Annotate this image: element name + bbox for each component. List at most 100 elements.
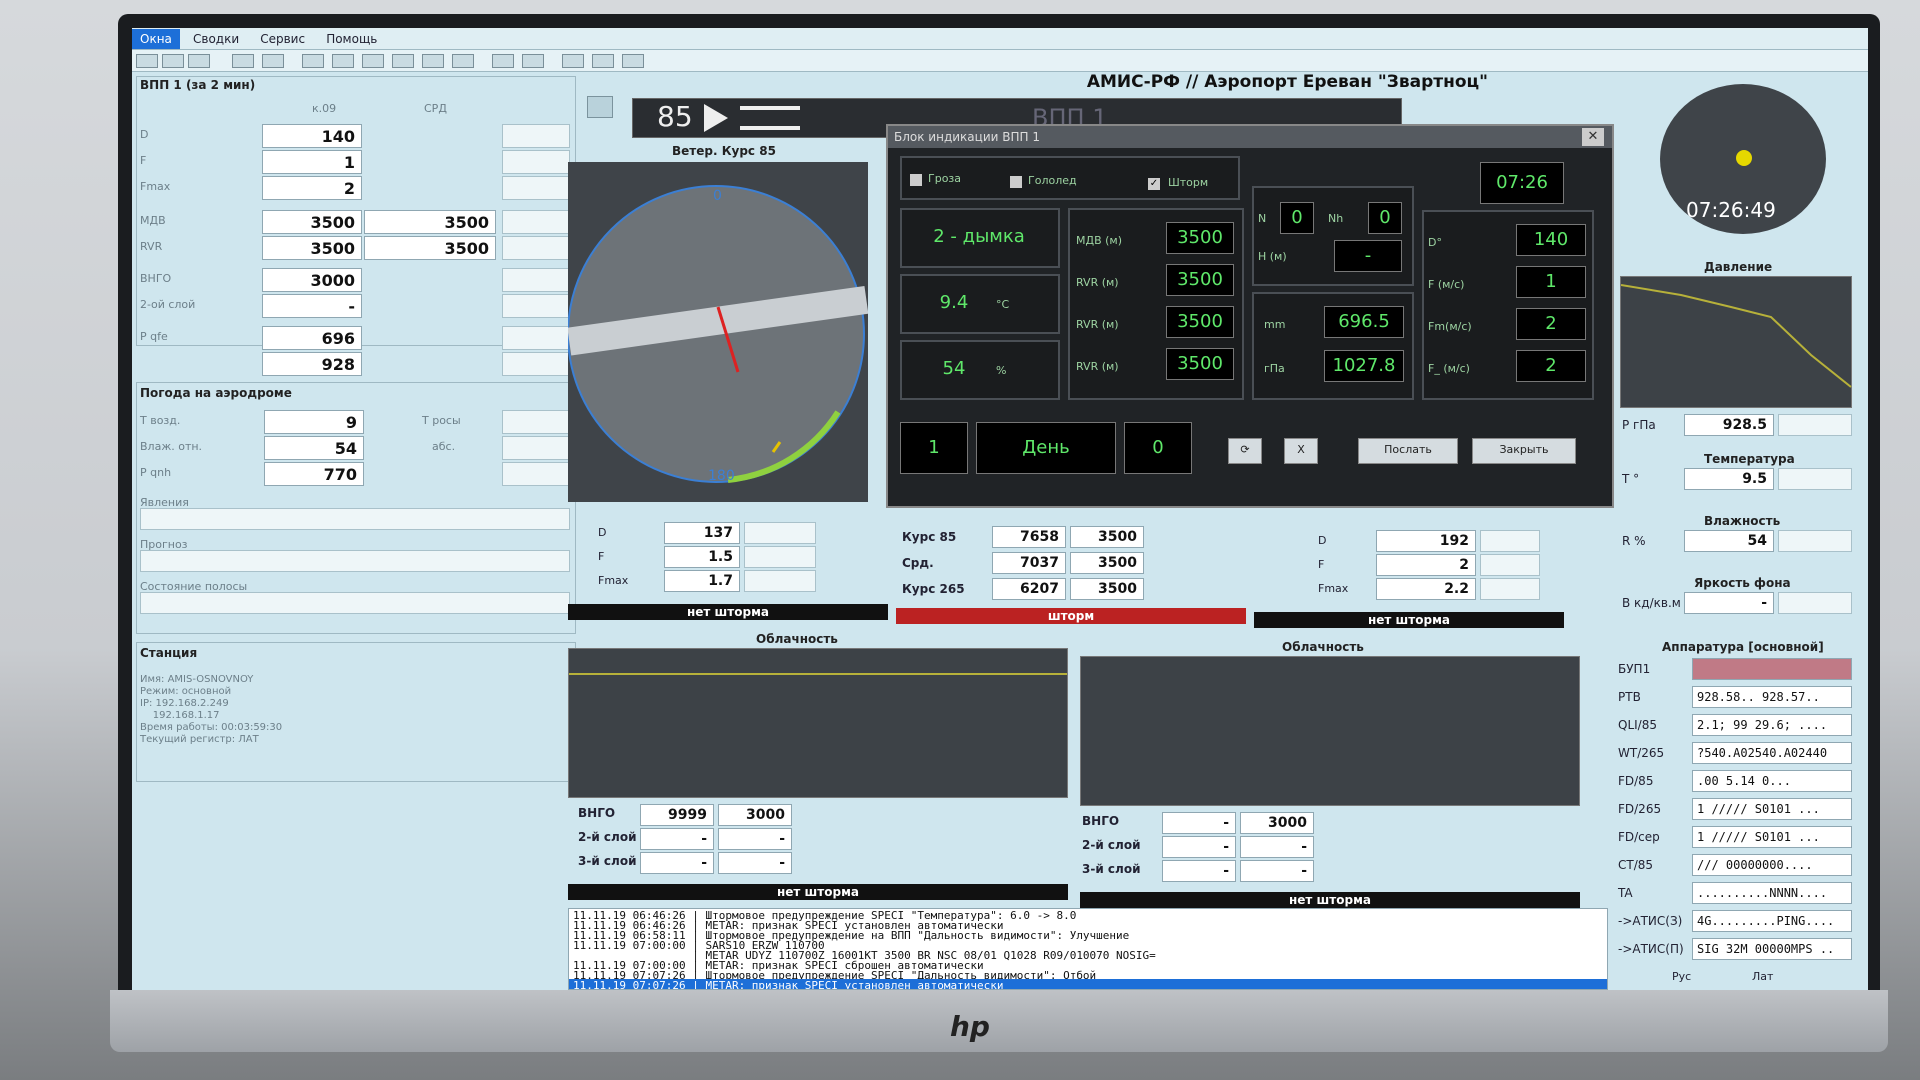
- cloud-row-label: 3-й слой: [578, 854, 637, 868]
- humidity-field: 54: [264, 436, 364, 460]
- empty-field: [502, 124, 570, 148]
- cloud-value: 3000: [1240, 812, 1314, 834]
- empty-field: [1480, 530, 1540, 552]
- toolbar-tool-icon[interactable]: [136, 54, 158, 68]
- cloud-value: -: [1162, 836, 1236, 858]
- dialog-temp: 9.4: [939, 292, 969, 313]
- cloud-value: 9999: [640, 804, 714, 826]
- empty-field: [502, 436, 570, 460]
- rvr-row-label: Курс 265: [902, 582, 965, 596]
- log-line-selected[interactable]: 11.11.19 07:07:26 | METAR: признак SPECI…: [569, 979, 1607, 989]
- equip-value: 928.58.. 928.57..: [1692, 686, 1852, 708]
- cloud-value: -: [1240, 836, 1314, 858]
- gale-checkbox[interactable]: ✓: [1148, 178, 1160, 190]
- empty-field: [502, 462, 570, 486]
- empty-field: [502, 176, 570, 200]
- send-button[interactable]: Послать: [1358, 438, 1458, 464]
- ice-checkbox[interactable]: [1010, 176, 1022, 188]
- menu-help[interactable]: Помощь: [318, 29, 385, 49]
- value-field: 3500: [262, 236, 362, 260]
- menu-service[interactable]: Сервис: [252, 29, 313, 49]
- empty-field: [744, 570, 816, 592]
- equip-label: БУП1: [1618, 662, 1651, 676]
- nh-label: Nh: [1328, 212, 1344, 225]
- lang-lat-radio[interactable]: Лат: [1752, 970, 1773, 983]
- wind-label: D: [598, 526, 607, 539]
- equip-label: CT/85: [1618, 858, 1654, 872]
- ice-label: Гололед: [1028, 174, 1077, 187]
- equip-value: ?540.A02540.A02440: [1692, 742, 1852, 764]
- wind-label: F: [1318, 558, 1325, 571]
- toolbar-tool-icon[interactable]: [452, 54, 474, 68]
- panel-icon[interactable]: [587, 96, 613, 118]
- rvr-value: 7037: [992, 552, 1066, 574]
- equip-value: 2.1; 99 29.6; ....: [1692, 714, 1852, 736]
- cloud-value: -: [718, 828, 792, 850]
- close-button[interactable]: Закрыть: [1472, 438, 1576, 464]
- refresh-icon[interactable]: ⟳: [1228, 438, 1262, 464]
- toolbar-tool-icon[interactable]: [562, 54, 584, 68]
- toolbar-tool-icon[interactable]: [492, 54, 514, 68]
- phenomena-field: [140, 508, 570, 530]
- empty-field: [502, 294, 570, 318]
- x-button[interactable]: X: [1284, 438, 1318, 464]
- nh-value: 0: [1368, 202, 1402, 234]
- app-title: АМИС-РФ // Аэропорт Ереван "Звартноц": [1086, 72, 1488, 92]
- toolbar-tool-icon[interactable]: [302, 54, 324, 68]
- lang-ru-radio[interactable]: Рус: [1672, 970, 1691, 983]
- rvr-value-1: 3500: [1166, 264, 1234, 296]
- equip-value-alarm: [1692, 658, 1852, 680]
- dialog-close-icon[interactable]: ✕: [1582, 128, 1604, 146]
- menu-reports[interactable]: Сводки: [185, 29, 247, 49]
- station-line: IP: 192.168.2.249: [140, 698, 229, 709]
- toolbar-tool-icon[interactable]: [162, 54, 184, 68]
- compass-south: 180: [708, 468, 735, 484]
- play-icon: [704, 104, 728, 132]
- runway-panel-header: ВПП 1 (за 2 мин): [140, 78, 256, 92]
- wind-fmax-field-right: 2.2: [1376, 578, 1476, 600]
- rvr-value-2: 3500: [1166, 306, 1234, 338]
- value-field: 3500: [364, 210, 496, 234]
- empty-field: [502, 236, 570, 260]
- station-line: Имя: AMIS-OSNOVNOY: [140, 674, 254, 685]
- temp-value: 9.5: [1684, 468, 1774, 490]
- rvr-value: 3500: [1070, 552, 1144, 574]
- toolbar-tool-icon[interactable]: [522, 54, 544, 68]
- equip-label: ->АТИС(П): [1618, 942, 1684, 956]
- cloud-chart-left: [568, 648, 1068, 798]
- toolbar-tool-icon[interactable]: [232, 54, 254, 68]
- runway-indication-dialog: Блок индикации ВПП 1 ✕ Гроза Гололед ✓ Ш…: [886, 124, 1614, 508]
- cloud-row-label: ВНГО: [578, 806, 616, 820]
- rvr-value: 3500: [1070, 526, 1144, 548]
- equip-label: FD/сер: [1618, 830, 1660, 844]
- pressure-chart: [1620, 276, 1852, 408]
- thunderstorm-label: Гроза: [928, 172, 962, 185]
- wind-rose: 0 180: [567, 185, 869, 484]
- toolbar-tool-icon[interactable]: [622, 54, 644, 68]
- toolbar-tool-icon[interactable]: [362, 54, 384, 68]
- toolbar-tool-icon[interactable]: [188, 54, 210, 68]
- value-field: 140: [262, 124, 362, 148]
- station-line: Время работы: 00:03:59:30: [140, 722, 283, 733]
- toolbar-tool-icon[interactable]: [262, 54, 284, 68]
- toolbar-tool-icon[interactable]: [592, 54, 614, 68]
- n-label: N: [1258, 212, 1267, 225]
- dialog-btn-one[interactable]: 1: [900, 422, 968, 474]
- event-log[interactable]: 11.11.19 06:46:26 | Штормовое предупрежд…: [568, 908, 1608, 990]
- value-field: 696: [262, 326, 362, 350]
- dialog-btn-zero[interactable]: 0: [1124, 422, 1192, 474]
- rvr-label: RVR (м): [1076, 360, 1119, 373]
- fm-value: 2: [1516, 308, 1586, 340]
- temp-title: Температура: [1704, 452, 1795, 466]
- toolbar-tool-icon[interactable]: [422, 54, 444, 68]
- toolbar-tool-icon[interactable]: [392, 54, 414, 68]
- menu-windows[interactable]: Окна: [132, 29, 180, 49]
- day-mode-button[interactable]: День: [976, 422, 1116, 474]
- thunderstorm-checkbox[interactable]: [910, 174, 922, 186]
- row-label: F: [140, 154, 147, 167]
- cloud-line: [569, 673, 1067, 675]
- toolbar-tool-icon[interactable]: [332, 54, 354, 68]
- cloud-value: -: [1240, 860, 1314, 882]
- hpa-label: гПа: [1264, 362, 1285, 375]
- empty-field: [1480, 578, 1540, 600]
